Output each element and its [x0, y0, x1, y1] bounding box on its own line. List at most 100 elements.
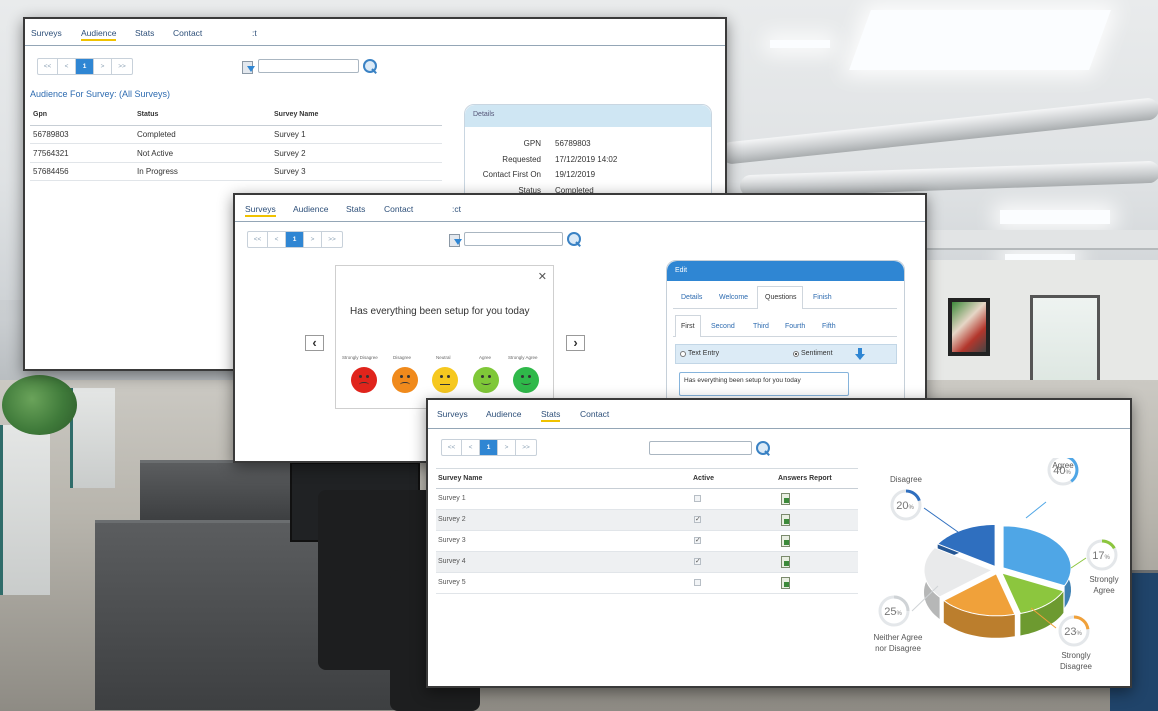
next-page-button[interactable]: > — [94, 59, 112, 74]
agree-face-icon[interactable] — [473, 367, 499, 393]
last-page-button[interactable]: >> — [516, 440, 536, 455]
search-input[interactable] — [649, 441, 752, 455]
search-icon[interactable] — [756, 441, 770, 455]
slice-label: Strongly — [1089, 575, 1118, 584]
strongly-disagree-face-icon[interactable] — [351, 367, 377, 393]
tab-audience[interactable]: Audience — [486, 409, 521, 419]
next-question-button[interactable]: › — [566, 335, 585, 351]
tab-truncated[interactable]: :t — [252, 28, 257, 38]
answers-report-icon[interactable] — [781, 535, 790, 547]
tab-surveys[interactable]: Surveys — [31, 28, 62, 38]
first-page-button[interactable]: << — [442, 440, 462, 455]
search-icon[interactable] — [363, 59, 377, 73]
cell-survey: Survey 2 — [274, 149, 306, 158]
active-checkbox[interactable]: ✓ — [694, 558, 701, 565]
first-page-button[interactable]: << — [248, 232, 268, 247]
next-page-button[interactable]: > — [498, 440, 516, 455]
subtab-fifth[interactable]: Fifth — [822, 323, 836, 330]
neutral-face-icon[interactable] — [432, 367, 458, 393]
slice-label: Agree — [1093, 586, 1115, 595]
tab-truncated[interactable]: :ct — [452, 204, 461, 214]
answers-report-icon[interactable] — [781, 577, 790, 589]
answers-report-icon[interactable] — [781, 556, 790, 568]
search-icon[interactable] — [567, 232, 581, 246]
prev-page-button[interactable]: < — [268, 232, 286, 247]
tab-contact[interactable]: Contact — [580, 409, 609, 419]
prev-page-button[interactable]: < — [462, 440, 480, 455]
tab-audience[interactable]: Audience — [81, 28, 117, 41]
tab-stats[interactable]: Stats — [541, 409, 561, 422]
table-row[interactable]: Survey 1 — [436, 489, 858, 510]
row-divider — [30, 162, 442, 163]
cabinet — [0, 425, 50, 595]
answers-report-icon[interactable] — [781, 493, 790, 505]
search-input[interactable] — [258, 59, 359, 73]
tab-surveys[interactable]: Surveys — [437, 409, 468, 419]
survey-name-cell: Survey 2 — [438, 516, 466, 523]
active-checkbox[interactable]: ✓ — [694, 516, 701, 523]
strongly-agree-face-icon[interactable] — [513, 367, 539, 393]
scale-label-agree: Agree — [479, 355, 492, 360]
page-1-button[interactable]: 1 — [480, 440, 498, 455]
edit-tab-finish[interactable]: Finish — [813, 294, 832, 301]
active-checkbox[interactable]: ✓ — [694, 537, 701, 544]
table-row[interactable]: Survey 4 ✓ — [436, 552, 858, 573]
subtab-third[interactable]: Third — [753, 323, 769, 330]
details-header: Details — [465, 105, 711, 127]
label-connector — [1070, 557, 1087, 569]
label-connector — [1025, 501, 1047, 519]
active-checkbox[interactable] — [694, 579, 701, 586]
detail-label: GPN — [523, 139, 541, 148]
slice-label: Neither Agree — [874, 633, 923, 642]
table-row[interactable]: Survey 5 — [436, 573, 858, 594]
ceiling-light — [849, 10, 1111, 70]
row-divider — [30, 143, 442, 144]
export-icon[interactable] — [241, 60, 255, 74]
top-nav: Surveys Audience Stats Contact — [428, 400, 1130, 429]
radio-text-entry[interactable] — [680, 351, 686, 357]
pagination: << < 1 > >> — [37, 58, 133, 75]
next-page-button[interactable]: > — [304, 232, 322, 247]
detail-value: 19/12/2019 — [555, 170, 596, 179]
tab-stats[interactable]: Stats — [135, 28, 154, 38]
tab-stats[interactable]: Stats — [346, 204, 365, 214]
question-input[interactable]: Has everything been setup for you today — [679, 372, 849, 396]
active-checkbox[interactable] — [694, 495, 701, 502]
edit-tab-details[interactable]: Details — [681, 294, 702, 301]
radio-sentiment[interactable] — [793, 351, 799, 357]
page-1-button[interactable]: 1 — [76, 59, 94, 74]
col-answers-report: Answers Report — [778, 475, 832, 482]
cell-status: In Progress — [137, 167, 178, 176]
page-1-button[interactable]: 1 — [286, 232, 304, 247]
survey-name-cell: Survey 5 — [438, 579, 466, 586]
stats-window: Surveys Audience Stats Contact << < 1 > … — [426, 398, 1132, 688]
close-icon[interactable]: ✕ — [538, 270, 547, 283]
last-page-button[interactable]: >> — [322, 232, 342, 247]
table-row[interactable]: Survey 2 ✓ — [436, 510, 858, 531]
answers-report-icon[interactable] — [781, 514, 790, 526]
first-page-button[interactable]: << — [38, 59, 58, 74]
cell-gpn: 56789803 — [33, 130, 69, 139]
subtab-first[interactable]: First — [681, 323, 695, 330]
slice-label: nor Disagree — [875, 644, 921, 653]
subtab-fourth[interactable]: Fourth — [785, 323, 805, 330]
disagree-face-icon[interactable] — [392, 367, 418, 393]
pagination: << < 1 > >> — [441, 439, 537, 456]
tab-contact[interactable]: Contact — [173, 28, 202, 38]
subtab-second[interactable]: Second — [711, 323, 735, 330]
export-icon[interactable] — [448, 233, 462, 247]
last-page-button[interactable]: >> — [112, 59, 132, 74]
slice-label: Disagree — [1060, 662, 1093, 671]
arrow-down-icon[interactable] — [855, 348, 865, 360]
edit-tab-questions[interactable]: Questions — [765, 294, 797, 301]
tab-surveys[interactable]: Surveys — [245, 204, 276, 217]
prev-question-button[interactable]: ‹ — [305, 335, 324, 351]
edit-tab-welcome[interactable]: Welcome — [719, 294, 748, 301]
prev-page-button[interactable]: < — [58, 59, 76, 74]
label-connector — [923, 507, 959, 533]
radio-sentiment-label: Sentiment — [801, 350, 833, 357]
search-input[interactable] — [464, 232, 563, 246]
table-row[interactable]: Survey 3 ✓ — [436, 531, 858, 552]
tab-contact[interactable]: Contact — [384, 204, 413, 214]
tab-audience[interactable]: Audience — [293, 204, 328, 214]
